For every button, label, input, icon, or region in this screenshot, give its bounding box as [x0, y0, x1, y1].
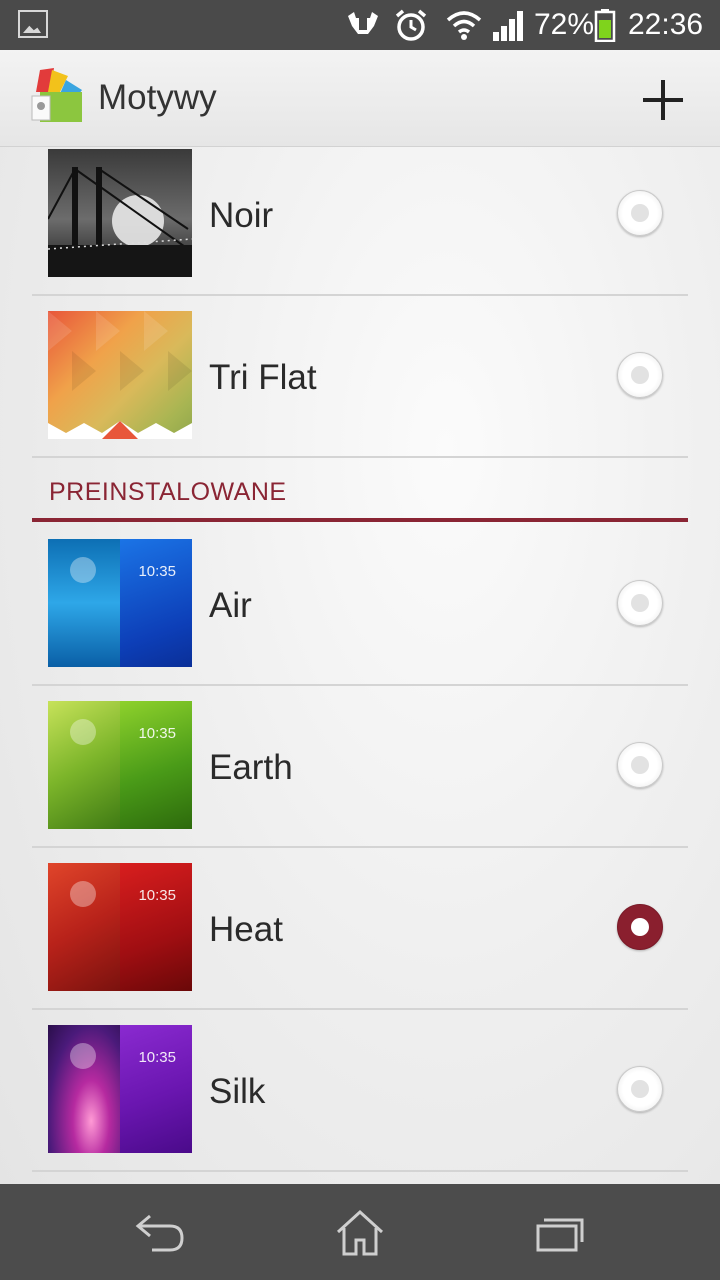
lock-icon	[70, 719, 96, 745]
theme-radio-earth[interactable]	[617, 742, 663, 788]
themes-app-icon[interactable]	[30, 66, 86, 124]
gallery-icon	[18, 10, 48, 38]
usb-debug-icon	[348, 12, 378, 34]
theme-radio-tri-flat[interactable]	[617, 352, 663, 398]
lockscreen-clock: 10:35	[138, 725, 176, 742]
battery-percent: 72%	[534, 8, 595, 41]
battery-icon	[594, 9, 616, 42]
theme-row-air[interactable]: 10:35 Air	[32, 524, 688, 686]
section-title: PREINSTALOWANE	[49, 478, 287, 506]
theme-radio-heat[interactable]	[617, 904, 663, 950]
theme-name: Heat	[209, 910, 283, 949]
theme-thumbnail-noir	[48, 149, 192, 277]
theme-radio-silk[interactable]	[617, 1066, 663, 1112]
theme-thumbnail-earth: 10:35	[48, 701, 192, 829]
plus-icon[interactable]	[640, 80, 686, 120]
lock-icon	[70, 881, 96, 907]
signal-icon	[493, 11, 523, 41]
theme-radio-air[interactable]	[617, 580, 663, 626]
action-bar: Motywy	[0, 50, 720, 147]
theme-name: Noir	[209, 196, 274, 235]
theme-name: Air	[209, 586, 252, 625]
theme-row-heat[interactable]: 10:35 Heat	[32, 848, 688, 1010]
navigation-bar	[0, 1184, 720, 1280]
theme-row-silk[interactable]: 10:35 Silk	[32, 1010, 688, 1172]
wifi-icon	[446, 11, 482, 40]
status-bar: 72% 22:36	[0, 0, 720, 50]
theme-name: Earth	[209, 748, 293, 787]
theme-radio-noir[interactable]	[617, 190, 663, 236]
theme-thumbnail-silk: 10:35	[48, 1025, 192, 1153]
theme-name: Silk	[209, 1072, 266, 1111]
lock-icon	[70, 557, 96, 583]
back-icon[interactable]	[130, 1208, 190, 1256]
lock-icon	[70, 1043, 96, 1069]
page-title: Motywy	[98, 78, 217, 117]
recents-icon[interactable]	[530, 1208, 590, 1256]
section-header-preinstalled: PREINSTALOWANE	[32, 458, 688, 522]
theme-name: Tri Flat	[209, 358, 317, 397]
lockscreen-clock: 10:35	[138, 1049, 176, 1066]
theme-row-noir[interactable]: Noir	[32, 146, 688, 296]
lockscreen-clock: 10:35	[138, 887, 176, 904]
status-clock: 22:36	[628, 8, 704, 41]
theme-thumbnail-tri-flat	[48, 311, 192, 439]
theme-row-earth[interactable]: 10:35 Earth	[32, 686, 688, 848]
alarm-icon	[395, 9, 427, 41]
theme-thumbnail-air: 10:35	[48, 539, 192, 667]
home-icon[interactable]	[330, 1208, 390, 1256]
theme-row-tri-flat[interactable]: Tri Flat	[32, 296, 688, 458]
lockscreen-clock: 10:35	[138, 563, 176, 580]
theme-thumbnail-heat: 10:35	[48, 863, 192, 991]
